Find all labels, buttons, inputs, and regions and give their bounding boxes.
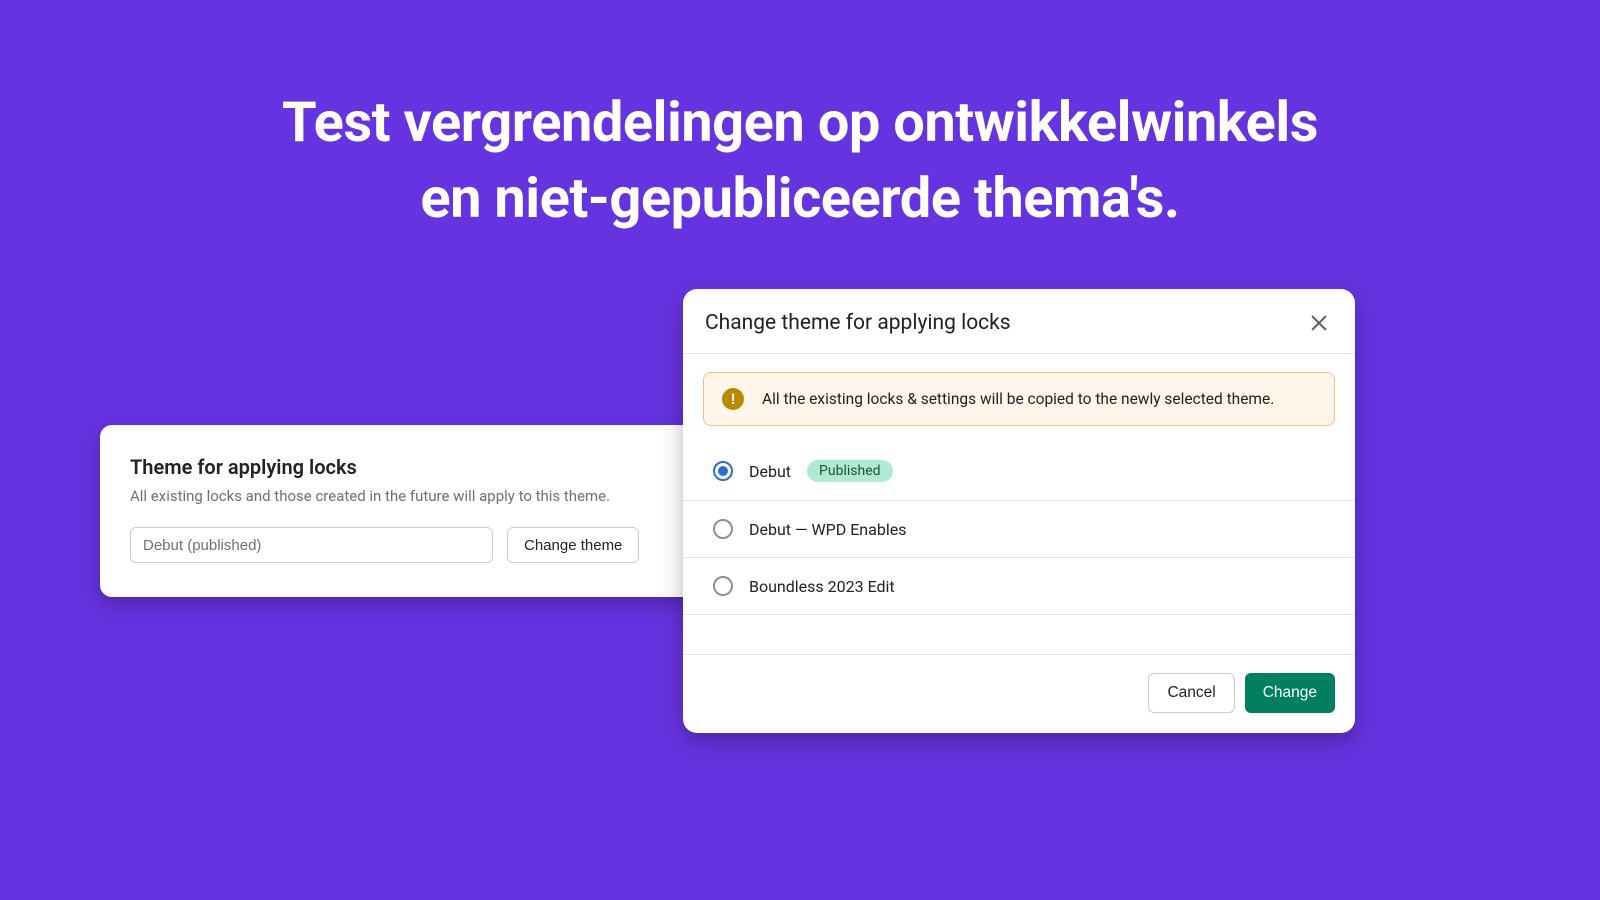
theme-option-label: Debut (749, 462, 791, 481)
modal-close-button[interactable] (1305, 309, 1333, 337)
theme-option-list: Debut Published Debut — WPD Enables Boun… (683, 434, 1355, 615)
modal-title: Change theme for applying locks (705, 311, 1011, 335)
theme-option[interactable]: Boundless 2023 Edit (683, 558, 1355, 615)
theme-option-label: Debut — WPD Enables (749, 520, 906, 539)
published-badge: Published (807, 460, 892, 482)
cancel-button[interactable]: Cancel (1148, 673, 1234, 713)
theme-option[interactable]: Debut — WPD Enables (683, 501, 1355, 558)
hero-line-1: Test vergrendelingen op ontwikkelwinkels (282, 89, 1318, 155)
divider (683, 353, 1355, 354)
radio-icon (713, 519, 733, 539)
warning-banner: ! All the existing locks & settings will… (703, 372, 1335, 426)
modal-spacer (683, 615, 1355, 655)
theme-option-label: Boundless 2023 Edit (749, 577, 895, 596)
hero-title: Test vergrendelingen op ontwikkelwinkels… (150, 0, 1450, 236)
modal-footer: Cancel Change (683, 655, 1355, 733)
modal-header: Change theme for applying locks (683, 289, 1355, 353)
change-theme-modal: Change theme for applying locks ! All th… (683, 289, 1355, 733)
change-theme-button[interactable]: Change theme (507, 527, 639, 563)
theme-input[interactable] (130, 527, 493, 563)
hero-line-2: en niet-gepubliceerde thema's. (420, 165, 1179, 231)
confirm-button[interactable]: Change (1245, 673, 1335, 713)
alert-icon: ! (722, 388, 744, 410)
radio-icon (713, 461, 733, 481)
banner-text: All the existing locks & settings will b… (762, 390, 1274, 408)
theme-option[interactable]: Debut Published (683, 434, 1355, 501)
close-icon (1308, 312, 1330, 334)
radio-icon (713, 576, 733, 596)
